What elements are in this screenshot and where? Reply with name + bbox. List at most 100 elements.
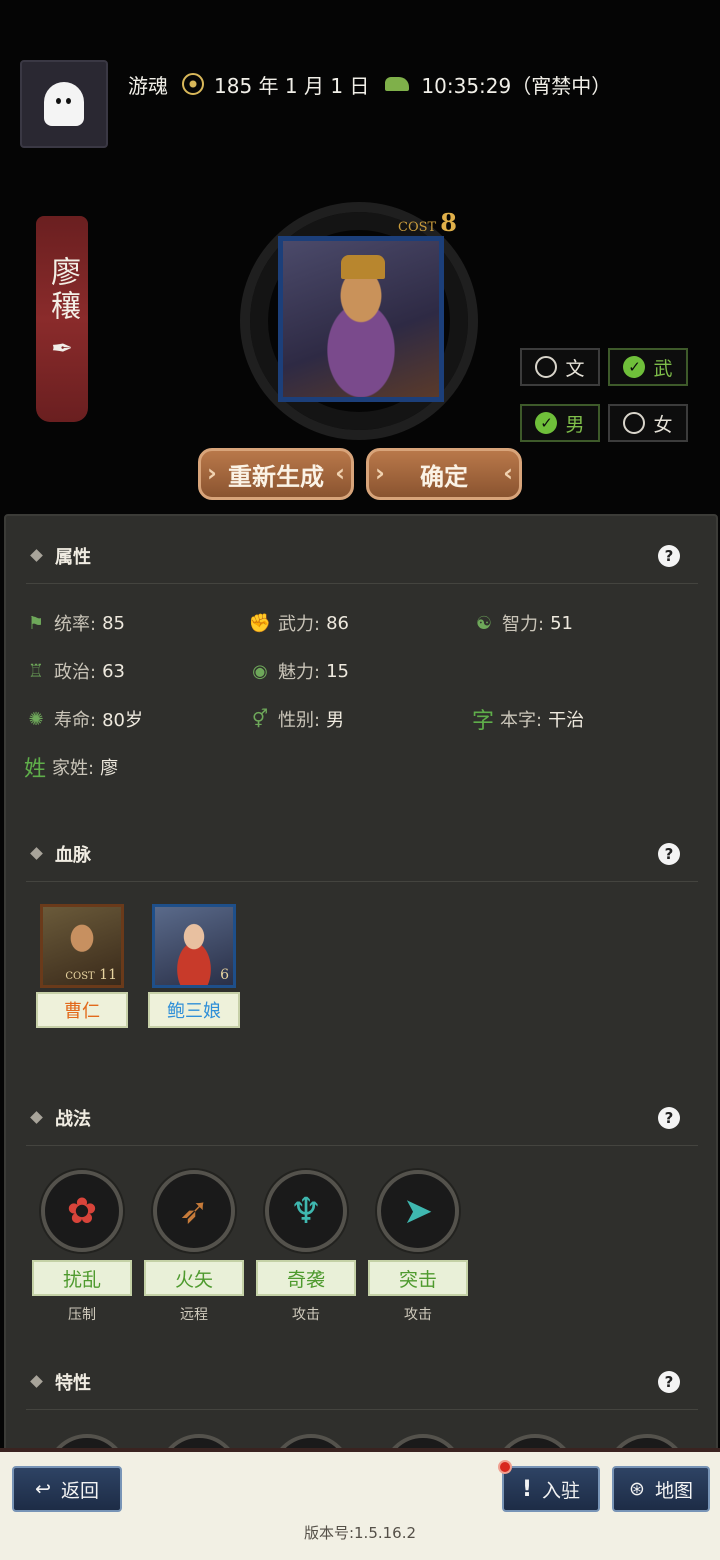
lifespan-icon: ✺ <box>28 708 44 730</box>
eye-icon: ◉ <box>252 660 268 682</box>
tactic-tu-ji[interactable]: ➤ 突击 攻击 <box>368 1170 468 1324</box>
player-avatar[interactable] <box>20 60 108 148</box>
tactic-rao-luan[interactable]: ✿ 扰乱 压制 <box>32 1170 132 1324</box>
stat-value: 15 <box>326 660 349 682</box>
brain-icon: ☯ <box>475 612 493 634</box>
diamond-icon <box>30 847 43 860</box>
surname-icon: 姓 <box>24 757 47 782</box>
diamond-icon <box>30 1111 43 1124</box>
toggle-wu-label: 武 <box>653 357 673 380</box>
stat-jiaxing: 姓 家姓: 廖 <box>24 754 118 782</box>
bloodline-card-caoren[interactable]: COST 11 曹仁 <box>36 904 128 1028</box>
help-icon[interactable]: ? <box>658 842 680 865</box>
stat-label: 寿命: <box>54 710 97 731</box>
tactic-huo-shi[interactable]: ➶ 火矢 远程 <box>144 1170 244 1324</box>
horse-icon <box>385 77 410 91</box>
general-portrait[interactable] <box>278 236 444 402</box>
stat-label: 智力: <box>502 614 545 635</box>
toggle-male[interactable]: ✓ 男 <box>520 404 600 442</box>
player-name: 游魂 <box>128 73 168 98</box>
header-info: 游魂 185 年 1 月 1 日 10:35:29（宵禁中） <box>128 70 611 98</box>
stat-zhengzhi: ♖ 政治: 63 <box>26 658 125 684</box>
tactic-qi-xi[interactable]: ♆ 奇袭 攻击 <box>256 1170 356 1324</box>
radio-unchecked-icon <box>623 412 646 434</box>
bloodline-card-baosanniang[interactable]: 6 鲍三娘 <box>148 904 240 1028</box>
stat-shouming: ✺ 寿命: 80岁 <box>26 706 143 732</box>
toggle-male-label: 男 <box>565 413 585 436</box>
tactic-type: 压制 <box>68 1307 96 1323</box>
section-attributes-header: 属性 ? <box>26 528 698 584</box>
section-tactics-header: 战法 ? <box>26 1090 698 1146</box>
general-name-banner: 廖穰 ✒ <box>36 216 88 422</box>
stat-zhili: ☯ 智力: 51 <box>474 610 573 636</box>
stat-xingbie: ⚥ 性别: 男 <box>250 706 344 732</box>
cost-text: COST <box>398 220 437 235</box>
stat-label: 魅力: <box>278 662 321 683</box>
return-icon: ↩ <box>35 1478 51 1500</box>
flower-icon: ✿ <box>41 1170 123 1252</box>
help-icon[interactable]: ? <box>658 544 680 567</box>
regenerate-button[interactable]: 重新生成 <box>198 448 354 500</box>
bloodline-portrait: COST 11 <box>40 904 124 988</box>
station-label: 入驻 <box>542 1479 581 1502</box>
claw-icon: ♆ <box>265 1170 347 1252</box>
stat-benzi: 字 本字: 干治 <box>472 706 585 734</box>
diamond-icon <box>30 549 43 562</box>
notification-dot <box>498 1460 512 1474</box>
stat-meili: ◉ 魅力: 15 <box>250 658 349 684</box>
section-title: 特性 <box>55 1372 91 1394</box>
stat-wuli: ✊ 武力: 86 <box>248 610 349 636</box>
tactic-name: 突击 <box>368 1260 468 1296</box>
toggle-female-label: 女 <box>653 413 673 436</box>
tactic-type: 攻击 <box>292 1307 320 1323</box>
arrow-icon: ➶ <box>153 1170 235 1252</box>
toggle-wen-label: 文 <box>565 357 585 380</box>
cost-text: COST <box>65 971 95 982</box>
bag-icon: ♖ <box>27 660 45 682</box>
stat-value: 51 <box>550 612 573 634</box>
arm-icon: ✊ <box>248 612 272 634</box>
courtesy-name-icon: 字 <box>472 709 495 734</box>
tactic-name: 火矢 <box>144 1260 244 1296</box>
stat-value: 86 <box>326 612 349 634</box>
tactic-name: 扰乱 <box>32 1260 132 1296</box>
back-button[interactable]: ↩ 返回 <box>12 1466 122 1512</box>
bloodline-name: 曹仁 <box>36 992 128 1028</box>
game-time: 10:35:29（宵禁中） <box>421 73 612 98</box>
radio-unchecked-icon <box>535 356 558 378</box>
confirm-button[interactable]: 确定 <box>366 448 522 500</box>
stat-label: 本字: <box>500 710 543 731</box>
help-icon[interactable]: ? <box>658 1106 680 1129</box>
tactic-name: 奇袭 <box>256 1260 356 1296</box>
stat-value: 85 <box>102 612 125 634</box>
general-name: 廖穰 <box>45 256 80 324</box>
section-traits-header: 特性 ? <box>26 1354 698 1410</box>
tactic-type: 远程 <box>180 1307 208 1323</box>
diamond-icon <box>30 1375 43 1388</box>
station-button[interactable]: ! 入驻 <box>502 1466 600 1512</box>
stat-value: 干治 <box>548 710 585 731</box>
section-title: 血脉 <box>55 844 91 866</box>
feather-icon: ✒ <box>51 334 73 364</box>
toggle-female[interactable]: 女 <box>608 404 688 442</box>
stat-tongshuai: ⚑ 统率: 85 <box>26 610 125 636</box>
map-button[interactable]: ⊛ 地图 <box>612 1466 710 1512</box>
toggle-wu[interactable]: ✓ 武 <box>608 348 688 386</box>
cost-value: 8 <box>440 208 457 237</box>
info-panel[interactable]: 属性 ? ⚑ 统率: 85 ✊ 武力: 86 ☯ 智力: 51 ♖ 政治: 63… <box>4 514 718 1456</box>
version-text: 版本号:1.5.16.2 <box>303 1524 417 1542</box>
cost-label: COST 8 <box>398 208 457 237</box>
bloodline-cost: 6 <box>220 967 229 983</box>
help-icon[interactable]: ? <box>658 1370 680 1393</box>
stat-label: 政治: <box>54 662 97 683</box>
stat-label: 性别: <box>278 710 321 731</box>
ghost-icon <box>44 82 84 126</box>
bottom-bar: ↩ 返回 ! 入驻 ⊛ 地图 版本号:1.5.16.2 <box>0 1448 720 1560</box>
stat-label: 武力: <box>278 614 321 635</box>
stat-label: 统率: <box>54 614 97 635</box>
bloodline-cost: COST 11 <box>65 967 117 983</box>
section-title: 属性 <box>55 546 91 568</box>
flag-icon: ⚑ <box>27 612 45 634</box>
toggle-wen[interactable]: 文 <box>520 348 600 386</box>
tactic-type: 攻击 <box>404 1307 432 1323</box>
